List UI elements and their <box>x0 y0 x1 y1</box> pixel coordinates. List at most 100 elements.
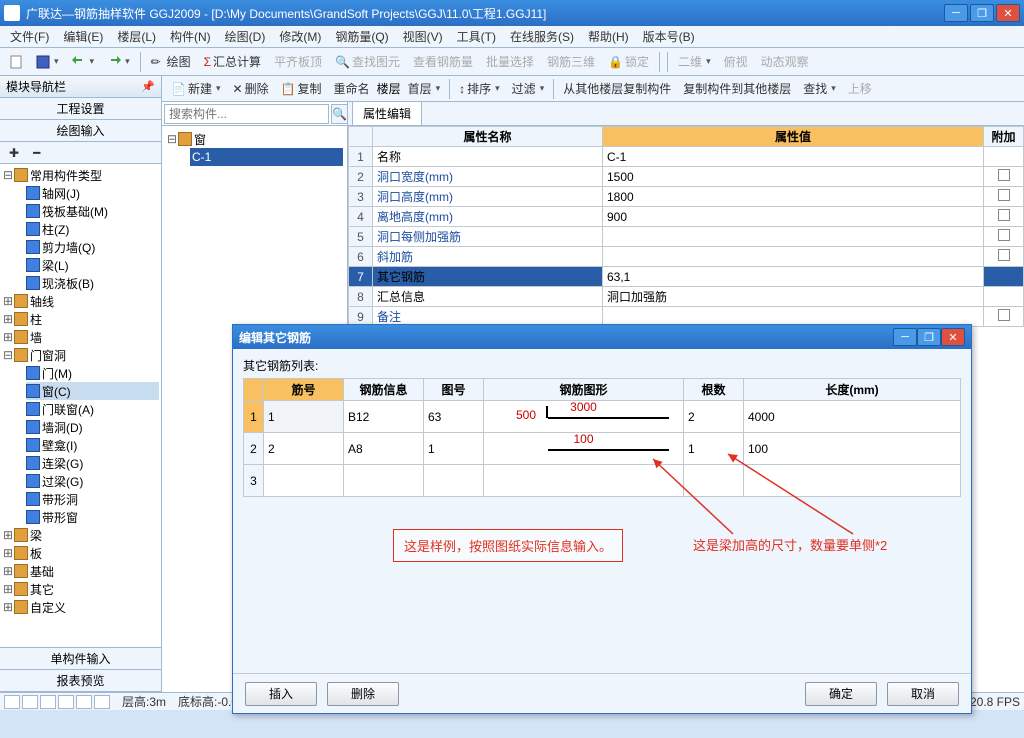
tab-single-input[interactable]: 单构件输入 <box>0 648 161 670</box>
find-element-button[interactable]: 🔍 查找图元 <box>330 50 405 73</box>
tree-group[interactable]: ⊞板 <box>2 544 159 562</box>
rebar-3d-button[interactable]: 钢筋三维 <box>542 50 600 73</box>
prop-extra[interactable] <box>984 267 1024 287</box>
tree-group[interactable]: ⊞基础 <box>2 562 159 580</box>
property-row[interactable]: 2 洞口宽度(mm) 1500 <box>349 167 1024 187</box>
tab-property-edit[interactable]: 属性编辑 <box>352 101 422 125</box>
sb-icon[interactable] <box>94 695 110 709</box>
rebar-row[interactable]: 1 1 B12 63 5003000 2 4000 <box>244 401 961 433</box>
top-view-button[interactable]: 俯视 <box>719 50 753 73</box>
cell-info[interactable]: B12 <box>344 401 424 433</box>
cell-length[interactable]: 4000 <box>744 401 961 433</box>
cancel-button[interactable]: 取消 <box>887 682 959 706</box>
property-row[interactable]: 1 名称 C-1 <box>349 147 1024 167</box>
property-row[interactable]: 7 其它钢筋 63,1 <box>349 267 1024 287</box>
move-up-button[interactable]: 上移 <box>843 77 877 100</box>
dialog-minimize-button[interactable]: ─ <box>893 328 917 346</box>
rebar-row[interactable]: 2 2 A8 1 100 1 100 <box>244 433 961 465</box>
find-button[interactable]: 查找 <box>798 77 841 100</box>
cell-fig[interactable]: 1 <box>424 433 484 465</box>
delete-button[interactable]: 删除 <box>327 682 399 706</box>
tree-item[interactable]: 连梁(G) <box>26 454 159 472</box>
prop-extra[interactable] <box>984 207 1024 227</box>
rebar-list-table[interactable]: 筋号 钢筋信息 图号 钢筋图形 根数 长度(mm) 1 1 B12 63 500… <box>243 378 961 497</box>
menu-version[interactable]: 版本号(B) <box>637 26 701 47</box>
tree-item-window[interactable]: 窗(C) <box>26 382 159 400</box>
menu-modify[interactable]: 修改(M) <box>273 26 327 47</box>
checkbox-icon[interactable] <box>998 249 1010 261</box>
search-input[interactable] <box>164 104 329 124</box>
rename-button[interactable]: 重命名 <box>329 77 375 100</box>
dialog-maximize-button[interactable]: ❐ <box>917 328 941 346</box>
checkbox-icon[interactable] <box>998 189 1010 201</box>
cell-fig[interactable]: 63 <box>424 401 484 433</box>
expand-button[interactable]: ✚ <box>4 144 24 161</box>
cell-shape[interactable] <box>484 465 684 497</box>
insert-button[interactable]: 插入 <box>245 682 317 706</box>
cell-info[interactable] <box>344 465 424 497</box>
prop-value[interactable] <box>603 247 984 267</box>
cell-count[interactable]: 1 <box>684 433 744 465</box>
property-row[interactable]: 8 汇总信息 洞口加强筋 <box>349 287 1024 307</box>
tree-group[interactable]: ⊞自定义 <box>2 598 159 616</box>
tab-report-preview[interactable]: 报表预览 <box>0 670 161 692</box>
menu-edit[interactable]: 编辑(E) <box>57 26 109 47</box>
tree-group[interactable]: ⊞梁 <box>2 526 159 544</box>
maximize-button[interactable]: ❐ <box>970 4 994 22</box>
save-button[interactable] <box>31 52 64 72</box>
cell-id[interactable]: 1 <box>264 401 344 433</box>
prop-extra[interactable] <box>984 247 1024 267</box>
tree-item[interactable]: 梁(L) <box>26 256 159 274</box>
cell-id[interactable] <box>264 465 344 497</box>
copy-to-floor-button[interactable]: 复制构件到其他楼层 <box>678 77 796 100</box>
draw-button[interactable]: ✏绘图 <box>146 50 196 73</box>
tree-item[interactable]: 带形窗 <box>26 508 159 526</box>
tree-item[interactable]: 柱(Z) <box>26 220 159 238</box>
tree-group[interactable]: ⊟门窗洞 <box>2 346 159 364</box>
sort-button[interactable]: ↕ 排序 <box>454 77 505 100</box>
cell-id[interactable]: 2 <box>264 433 344 465</box>
prop-value[interactable]: 洞口加强筋 <box>603 287 984 307</box>
menu-draw[interactable]: 绘图(D) <box>219 26 272 47</box>
tree-item[interactable]: 墙洞(D) <box>26 418 159 436</box>
checkbox-icon[interactable] <box>998 209 1010 221</box>
tab-project-settings[interactable]: 工程设置 <box>0 98 161 120</box>
checkbox-icon[interactable] <box>998 169 1010 181</box>
lock-button[interactable]: 🔒 锁定 <box>603 50 654 73</box>
menu-file[interactable]: 文件(F) <box>4 26 55 47</box>
tree-item[interactable]: 壁龛(I) <box>26 436 159 454</box>
menu-floor[interactable]: 楼层(L) <box>111 26 162 47</box>
comp-child[interactable]: C-1 <box>190 148 343 166</box>
menu-component[interactable]: 构件(N) <box>164 26 217 47</box>
align-top-button[interactable]: 平齐板顶 <box>269 50 327 73</box>
tree-item[interactable]: 剪力墙(Q) <box>26 238 159 256</box>
new-component-button[interactable]: 📄 新建 <box>166 77 226 100</box>
tree-item[interactable]: 带形洞 <box>26 490 159 508</box>
collapse-button[interactable]: ━ <box>28 144 45 161</box>
tree-item[interactable]: 门(M) <box>26 364 159 382</box>
property-row[interactable]: 5 洞口每侧加强筋 <box>349 227 1024 247</box>
tree-item[interactable]: 门联窗(A) <box>26 400 159 418</box>
batch-select-button[interactable]: 批量选择 <box>481 50 539 73</box>
redo-button[interactable] <box>102 52 135 72</box>
tree-group[interactable]: ⊞其它 <box>2 580 159 598</box>
tree-item[interactable]: 轴网(J) <box>26 184 159 202</box>
checkbox-icon[interactable] <box>998 229 1010 241</box>
sb-icon[interactable] <box>58 695 74 709</box>
close-button[interactable]: ✕ <box>996 4 1020 22</box>
tree-item[interactable]: 现浇板(B) <box>26 274 159 292</box>
component-type-tree[interactable]: ⊟常用构件类型 轴网(J) 筏板基础(M) 柱(Z) 剪力墙(Q) 梁(L) 现… <box>0 164 161 647</box>
cell-shape[interactable]: 5003000 <box>484 401 684 433</box>
prop-extra[interactable] <box>984 227 1024 247</box>
property-row[interactable]: 3 洞口高度(mm) 1800 <box>349 187 1024 207</box>
prop-extra[interactable] <box>984 287 1024 307</box>
pin-icon[interactable]: 📌 <box>141 80 155 93</box>
copy-from-floor-button[interactable]: 从其他楼层复制构件 <box>558 77 676 100</box>
filter-button[interactable]: 过滤 <box>507 77 550 100</box>
prop-extra[interactable] <box>984 167 1024 187</box>
cell-length[interactable] <box>744 465 961 497</box>
copy-component-button[interactable]: 📋 复制 <box>276 77 327 100</box>
2d-button[interactable]: 二维 <box>673 50 716 73</box>
tree-group[interactable]: ⊞柱 <box>2 310 159 328</box>
search-button[interactable]: 🔍 <box>331 104 348 124</box>
